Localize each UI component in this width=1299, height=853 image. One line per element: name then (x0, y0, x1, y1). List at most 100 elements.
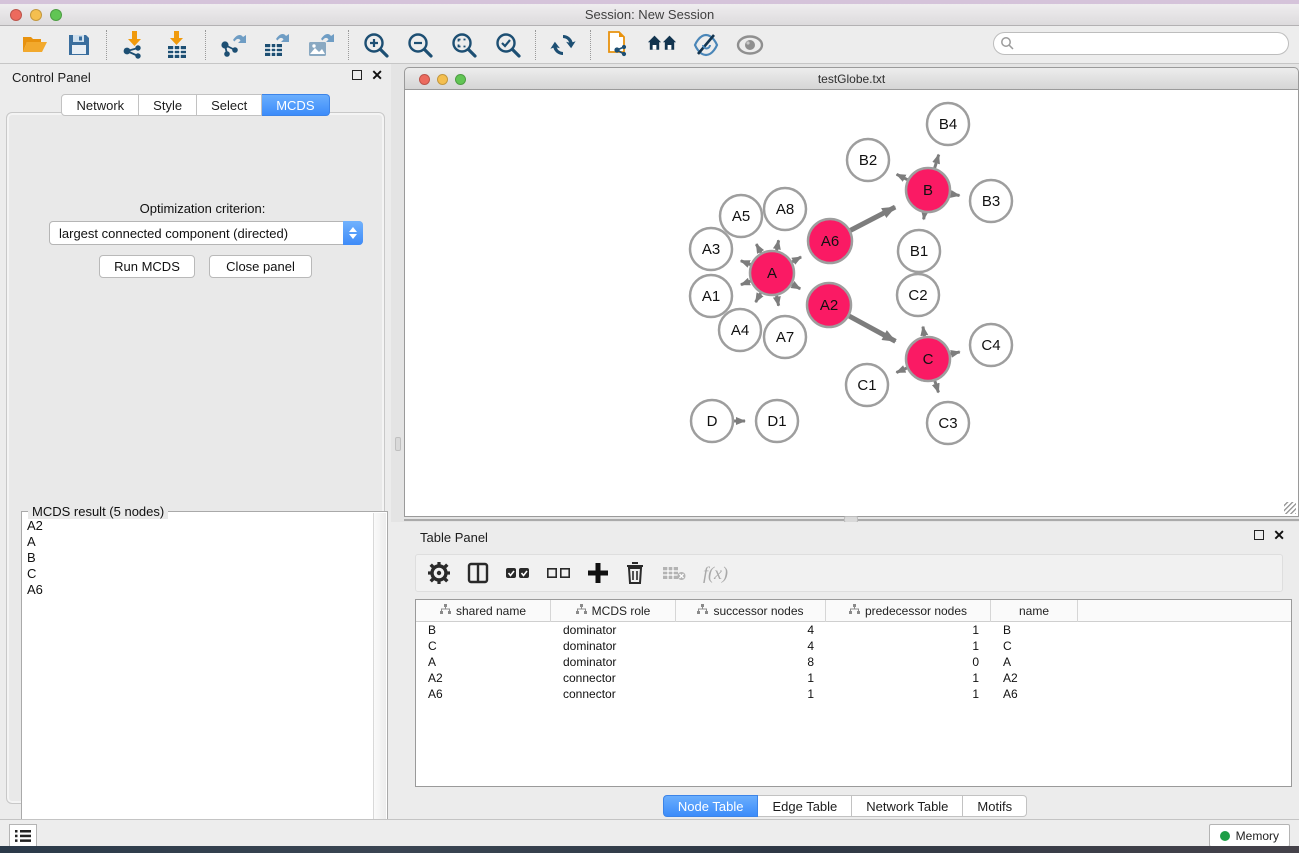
table-cell[interactable]: 4 (676, 638, 826, 654)
node-A4[interactable]: A4 (719, 309, 761, 351)
table-cell[interactable]: B (991, 622, 1078, 638)
node-A6[interactable]: A6 (808, 219, 852, 263)
export-image-icon[interactable] (306, 30, 336, 60)
mcds-result-item[interactable]: B (23, 550, 375, 566)
table-row[interactable]: Cdominator41C (416, 638, 1291, 654)
export-table-icon[interactable] (262, 30, 292, 60)
edge-C-C2[interactable] (923, 327, 925, 337)
tab-mcds[interactable]: MCDS (262, 94, 329, 116)
tab-node-table[interactable]: Node Table (663, 795, 759, 817)
select-all-icon[interactable] (506, 566, 530, 580)
table-row[interactable]: Adominator80A (416, 654, 1291, 670)
edge-C-C1[interactable] (896, 368, 906, 372)
node-B2[interactable]: B2 (847, 139, 889, 181)
show-graphics-details-icon[interactable] (735, 30, 765, 60)
network-window[interactable]: testGlobe.txt B4B2BB3A8A5A6A3B1AC2A1A2A4… (404, 67, 1299, 517)
column-header-successor-nodes[interactable]: successor nodes (676, 600, 826, 622)
node-D[interactable]: D (691, 400, 733, 442)
table-cell[interactable]: A (416, 654, 551, 670)
node-C2[interactable]: C2 (897, 274, 939, 316)
mcds-result-item[interactable]: C (23, 566, 375, 582)
zoom-fit-icon[interactable] (449, 30, 479, 60)
zoom-out-icon[interactable] (405, 30, 435, 60)
import-table-icon[interactable] (163, 30, 193, 60)
table-cell[interactable]: A2 (416, 670, 551, 686)
window-titlebar[interactable]: Session: New Session (0, 4, 1299, 26)
mcds-result-item[interactable]: A6 (23, 582, 375, 598)
close-window-icon[interactable] (10, 9, 22, 21)
table-cell[interactable]: 1 (826, 638, 991, 654)
table-row[interactable]: A6connector11A6 (416, 686, 1291, 702)
table-row[interactable]: Bdominator41B (416, 622, 1291, 638)
table-cell[interactable]: 1 (826, 622, 991, 638)
close-panel-icon[interactable]: ✕ (371, 70, 383, 80)
table-cell[interactable]: 1 (676, 686, 826, 702)
home-icon[interactable] (647, 30, 677, 60)
network-zoom-icon[interactable] (455, 74, 466, 85)
mcds-result-list[interactable]: A2ABCA6 (23, 518, 375, 851)
hide-graphics-details-icon[interactable] (691, 30, 721, 60)
node-C1[interactable]: C1 (846, 364, 888, 406)
tab-motifs[interactable]: Motifs (963, 795, 1027, 817)
column-header-predecessor-nodes[interactable]: predecessor nodes (826, 600, 991, 622)
table-cell[interactable]: A (991, 654, 1078, 670)
node-C4[interactable]: C4 (970, 324, 1012, 366)
node-A2[interactable]: A2 (807, 283, 851, 327)
node-table[interactable]: shared nameMCDS rolesuccessor nodesprede… (415, 599, 1292, 787)
table-cell[interactable]: dominator (551, 638, 676, 654)
tab-style[interactable]: Style (139, 94, 197, 116)
table-cell[interactable]: C (416, 638, 551, 654)
table-settings-gear-icon[interactable] (428, 562, 450, 584)
mcds-result-item[interactable]: A (23, 534, 375, 550)
tab-network[interactable]: Network (61, 94, 139, 116)
node-A5[interactable]: A5 (720, 195, 762, 237)
edge-A6-B[interactable] (850, 207, 895, 230)
edge-B-B2[interactable] (897, 174, 908, 179)
panel-divider-grip[interactable] (395, 437, 401, 451)
edge-B-B4[interactable] (935, 155, 939, 168)
table-cell[interactable]: 1 (676, 670, 826, 686)
criterion-dropdown[interactable]: largest connected component (directed) (49, 221, 363, 245)
node-B1[interactable]: B1 (898, 230, 940, 272)
edge-A-A1[interactable] (741, 281, 751, 285)
deselect-all-icon[interactable] (547, 566, 571, 580)
network-minimize-icon[interactable] (437, 74, 448, 85)
run-mcds-button[interactable]: Run MCDS (99, 255, 195, 278)
node-A1[interactable]: A1 (690, 275, 732, 317)
table-row[interactable]: A2connector11A2 (416, 670, 1291, 686)
show-columns-icon[interactable] (467, 562, 489, 584)
minimize-window-icon[interactable] (30, 9, 42, 21)
table-cell[interactable]: 1 (826, 686, 991, 702)
tab-edge-table[interactable]: Edge Table (758, 795, 852, 817)
tab-select[interactable]: Select (197, 94, 262, 116)
export-network-icon[interactable] (218, 30, 248, 60)
table-cell[interactable]: 1 (826, 670, 991, 686)
network-canvas[interactable]: B4B2BB3A8A5A6A3B1AC2A1A2A4A7C4CC1C3DD1 (404, 90, 1299, 517)
float-panel-icon[interactable] (352, 70, 362, 80)
create-column-icon[interactable] (588, 563, 608, 583)
resize-grip-icon[interactable] (1284, 502, 1296, 514)
table-cell[interactable]: A6 (416, 686, 551, 702)
edge-A-A7[interactable] (777, 296, 779, 306)
import-network-icon[interactable] (119, 30, 149, 60)
edge-C-C3[interactable] (935, 381, 939, 393)
table-cell[interactable]: dominator (551, 654, 676, 670)
node-A[interactable]: A (750, 251, 794, 295)
node-A8[interactable]: A8 (764, 188, 806, 230)
edge-B-B3[interactable] (951, 194, 960, 196)
zoom-in-icon[interactable] (361, 30, 391, 60)
edge-A-A3[interactable] (741, 261, 751, 265)
table-cell[interactable]: B (416, 622, 551, 638)
refresh-layout-icon[interactable] (548, 30, 578, 60)
column-header-name[interactable]: name (991, 600, 1078, 622)
node-C3[interactable]: C3 (927, 402, 969, 444)
table-cell[interactable]: 0 (826, 654, 991, 670)
edge-B-B1[interactable] (924, 213, 925, 220)
task-history-button[interactable] (9, 824, 37, 847)
zoom-selected-icon[interactable] (493, 30, 523, 60)
mcds-list-scrollbar[interactable] (373, 513, 386, 851)
close-panel-button[interactable]: Close panel (209, 255, 312, 278)
table-cell[interactable]: connector (551, 670, 676, 686)
node-A7[interactable]: A7 (764, 316, 806, 358)
edge-A2-C[interactable] (849, 316, 895, 341)
